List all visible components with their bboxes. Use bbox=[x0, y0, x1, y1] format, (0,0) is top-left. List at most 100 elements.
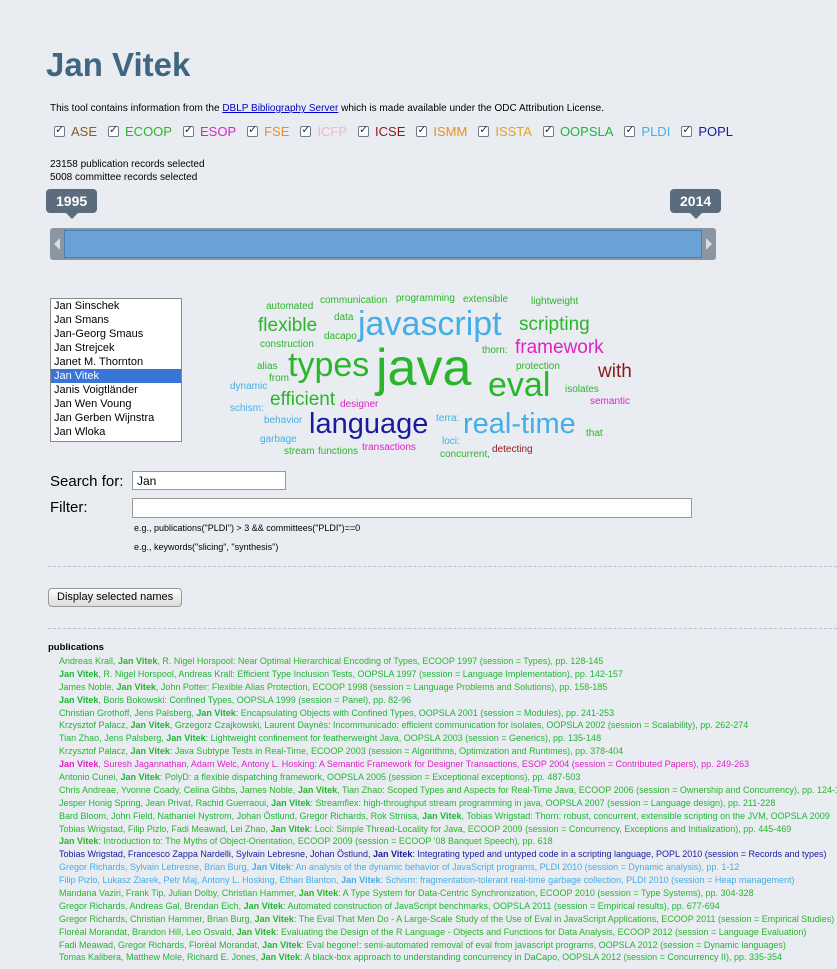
venue-filter-icse[interactable]: ICSE bbox=[358, 123, 405, 139]
publication-highlight-author: Jan Vitek bbox=[59, 668, 99, 679]
publication-highlight-author: Jan Vitek bbox=[298, 888, 339, 899]
publication-highlight-author: Jan Vitek bbox=[251, 862, 291, 873]
display-selected-names-button[interactable]: Display selected names bbox=[48, 588, 183, 607]
publication-text: Tomas Kalibera, Matthew Mole, Richard E.… bbox=[59, 952, 261, 963]
name-option[interactable]: Janet M. Thornton bbox=[51, 355, 181, 369]
cloud-word[interactable]: alias bbox=[257, 362, 278, 372]
cloud-word[interactable]: schism: bbox=[230, 404, 264, 414]
publication-item: Floréal Morandat, Brandon Hill, Leo Osva… bbox=[59, 926, 837, 939]
cloud-word[interactable]: lightweight bbox=[531, 297, 578, 307]
search-input[interactable]: Jan bbox=[132, 471, 286, 490]
venue-filter-popl[interactable]: POPL bbox=[681, 123, 733, 139]
cloud-word[interactable]: eval bbox=[488, 368, 550, 402]
venue-label: ICFP bbox=[317, 124, 348, 139]
cloud-word[interactable]: loci: bbox=[442, 437, 460, 447]
cloud-word[interactable]: data bbox=[334, 313, 353, 323]
cloud-word[interactable]: that bbox=[586, 429, 603, 439]
venue-filter-group: ASE ECOOP ESOP FSE ICFP ICSE ISMM ISSTA OOPSLA PL… bbox=[54, 123, 744, 139]
dblp-link[interactable]: DBLP Bibliography Server bbox=[222, 103, 338, 114]
divider bbox=[48, 566, 837, 567]
year-start-label: 1995 bbox=[46, 189, 98, 219]
venue-filter-ecoop[interactable]: ECOOP bbox=[108, 123, 172, 139]
name-listbox[interactable]: Jan Sinschek Jan Smans Jan-Georg Smaus Jan … bbox=[50, 298, 182, 442]
venue-checkbox[interactable] bbox=[478, 123, 490, 137]
name-option[interactable]: Jan Vitek bbox=[51, 369, 181, 383]
venue-checkbox[interactable] bbox=[247, 123, 259, 137]
publication-item: Antonio Cunei, Jan Vitek: PolyD: a flexi… bbox=[59, 771, 837, 784]
cloud-word[interactable]: dynamic bbox=[230, 382, 267, 392]
cloud-word[interactable]: isolates bbox=[565, 385, 599, 395]
publication-item: Bard Bloom, John Field, Nathaniel Nystro… bbox=[59, 810, 837, 823]
cloud-word[interactable]: language bbox=[309, 410, 428, 439]
cloud-word[interactable]: automated bbox=[266, 302, 313, 312]
venue-checkbox[interactable] bbox=[416, 123, 428, 137]
publication-text: Tian Zhao, Jens Palsberg, bbox=[59, 733, 167, 744]
publications-heading: publications bbox=[48, 642, 104, 653]
cloud-word[interactable]: thorn: bbox=[482, 346, 508, 356]
venue-checkbox[interactable] bbox=[54, 123, 65, 137]
venue-filter-oopsla[interactable]: OOPSLA bbox=[542, 123, 613, 139]
filter-input[interactable] bbox=[132, 498, 692, 518]
cloud-word[interactable]: with bbox=[598, 362, 632, 381]
cloud-word[interactable]: efficient bbox=[270, 390, 335, 409]
venue-checkbox[interactable] bbox=[108, 123, 120, 137]
cloud-word[interactable]: programming bbox=[396, 294, 455, 304]
intro-before: This tool contains information from the bbox=[50, 103, 223, 114]
slider-handle-start[interactable] bbox=[52, 232, 62, 256]
publication-item: Tomas Kalibera, Matthew Mole, Richard E.… bbox=[59, 951, 837, 964]
venue-filter-icfp[interactable]: ICFP bbox=[300, 123, 348, 139]
venue-filter-ase[interactable]: ASE bbox=[54, 123, 97, 139]
cloud-word[interactable]: concurrent, bbox=[440, 450, 490, 460]
publication-item: Chris Andreae, Yvonne Coady, Celina Gibb… bbox=[59, 784, 837, 797]
cloud-word[interactable]: types bbox=[288, 348, 369, 382]
venue-filter-fse[interactable]: FSE bbox=[247, 123, 289, 139]
venue-filter-ismm[interactable]: ISMM bbox=[416, 123, 467, 139]
publication-text: Antonio Cunei, bbox=[59, 772, 121, 783]
venue-checkbox[interactable] bbox=[624, 123, 636, 137]
cloud-word[interactable]: terra: bbox=[436, 414, 459, 424]
publication-highlight-author: Jan Vitek bbox=[196, 707, 236, 718]
cloud-word[interactable]: extensible bbox=[463, 295, 508, 305]
publication-item: Filip Pizlo, Lukasz Ziarek, Petr Maj, An… bbox=[59, 874, 837, 887]
cloud-word[interactable]: framework bbox=[515, 338, 604, 357]
publication-text: Mandana Vaziri, Frank Tip, Julian Dolby,… bbox=[59, 888, 299, 899]
name-option[interactable]: Jan Wloka bbox=[51, 425, 181, 439]
venue-filter-issta[interactable]: ISSTA bbox=[478, 123, 532, 139]
cloud-word[interactable]: javascript bbox=[358, 307, 502, 341]
publication-text: , R. Nigel Horspool: Near Optimal Hierar… bbox=[157, 656, 604, 666]
publication-text: , Tian Zhao: Scoped Types and Aspects fo… bbox=[337, 784, 837, 795]
cloud-word[interactable]: transactions bbox=[362, 443, 416, 453]
cloud-word[interactable]: dacapo bbox=[324, 332, 357, 342]
cloud-word[interactable]: behavior bbox=[264, 416, 302, 426]
name-option[interactable]: Jan-Georg Smaus bbox=[51, 327, 181, 341]
name-option[interactable]: Janis Voigtländer bbox=[51, 383, 181, 397]
cloud-word[interactable]: stream bbox=[284, 447, 315, 457]
publication-highlight-author: Jan Vitek bbox=[422, 810, 462, 821]
cloud-word[interactable]: scripting bbox=[519, 315, 590, 334]
publication-text: : Streamflex: high-throughput stream pro… bbox=[310, 797, 776, 808]
name-option[interactable]: Jan Strejcek bbox=[51, 341, 181, 355]
cloud-word[interactable]: detecting bbox=[492, 445, 533, 455]
venue-checkbox[interactable] bbox=[681, 123, 693, 137]
year-range-slider[interactable] bbox=[50, 228, 716, 260]
venue-filter-pldi[interactable]: PLDI bbox=[624, 123, 670, 139]
name-option[interactable]: Jan Gerben Wijnstra bbox=[51, 411, 181, 425]
cloud-word[interactable]: real-time bbox=[463, 410, 576, 439]
venue-checkbox[interactable] bbox=[358, 123, 370, 137]
cloud-word[interactable]: functions bbox=[318, 447, 358, 457]
venue-checkbox[interactable] bbox=[542, 123, 554, 137]
slider-handle-end[interactable] bbox=[704, 232, 714, 256]
publication-item: Gregor Richards, Sylvain Lebresne, Brian… bbox=[59, 861, 837, 874]
cloud-word[interactable]: semantic bbox=[590, 397, 630, 407]
venue-filter-esop[interactable]: ESOP bbox=[182, 123, 236, 139]
venue-checkbox[interactable] bbox=[182, 123, 194, 137]
venue-checkbox[interactable] bbox=[300, 123, 312, 137]
cloud-word[interactable]: flexible bbox=[258, 316, 317, 335]
name-option[interactable]: Jan Smans bbox=[51, 313, 181, 327]
publication-text: Gregor Richards, Andreas Gal, Brendan Ei… bbox=[59, 900, 244, 911]
name-option[interactable]: Jan Sinschek bbox=[51, 299, 181, 313]
cloud-word[interactable]: from bbox=[269, 374, 289, 384]
cloud-word[interactable]: java bbox=[376, 342, 471, 394]
cloud-word[interactable]: garbage bbox=[260, 435, 297, 445]
name-option[interactable]: Jan Wen Voung bbox=[51, 397, 181, 411]
